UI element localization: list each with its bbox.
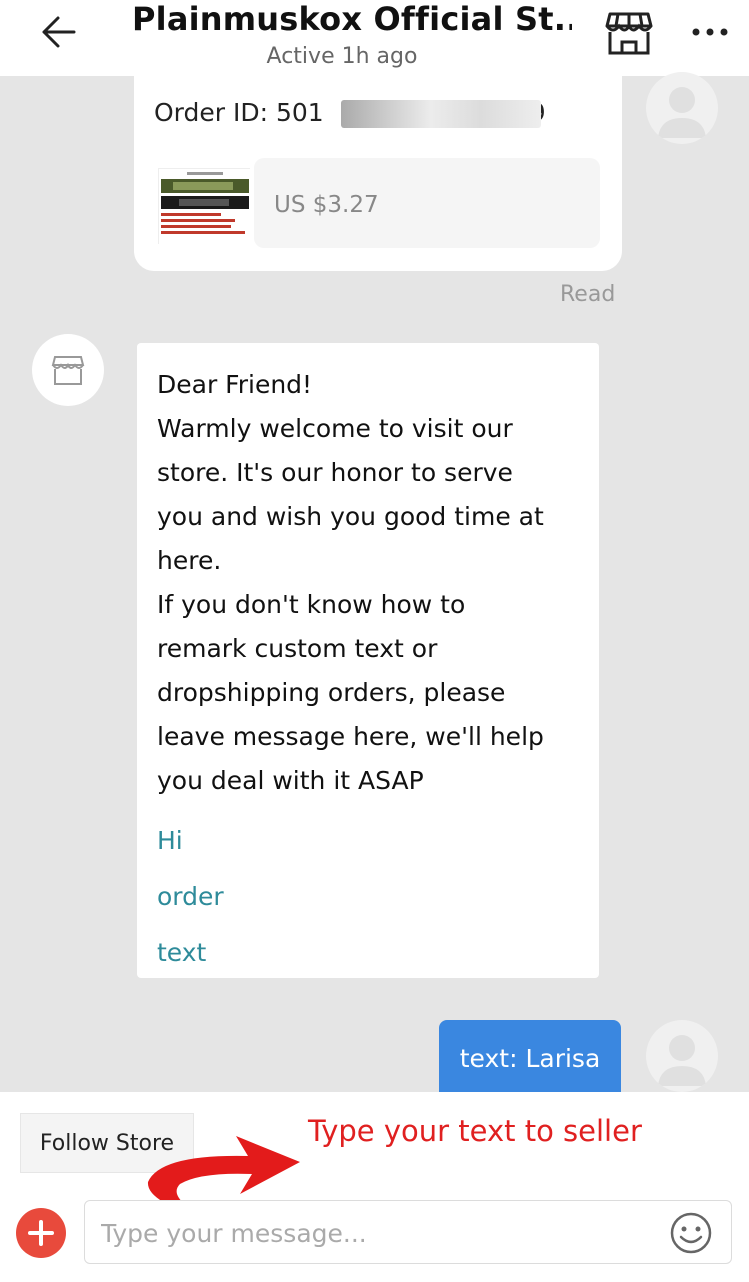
annotation-text: Type your text to seller — [308, 1114, 642, 1148]
store-button[interactable] — [604, 10, 654, 56]
read-receipt: Read — [560, 282, 616, 307]
order-price: US $3.27 — [274, 192, 379, 218]
welcome-line: leave message here, we'll help — [157, 722, 544, 751]
active-status: Active 1h ago — [266, 44, 418, 69]
user-avatar[interactable] — [646, 1020, 718, 1092]
back-arrow-icon — [42, 16, 76, 48]
plus-button[interactable] — [16, 1208, 66, 1258]
message-input-box[interactable] — [84, 1200, 732, 1264]
composer-area: Follow Store Type your text to seller — [0, 1092, 749, 1282]
welcome-line: you deal with it ASAP — [157, 766, 424, 795]
quick-reply-order[interactable]: order — [157, 869, 579, 925]
welcome-line: you and wish you good time at — [157, 502, 544, 531]
emoji-icon — [670, 1212, 712, 1254]
order-product-thumbnail[interactable] — [158, 168, 251, 245]
order-price-box[interactable]: US $3.27 — [254, 158, 600, 248]
more-button[interactable] — [690, 20, 730, 44]
plus-icon — [28, 1220, 54, 1246]
quick-reply-hi[interactable]: Hi — [157, 813, 579, 869]
welcome-line: Dear Friend! — [157, 370, 313, 399]
quick-reply-text[interactable]: text — [157, 925, 579, 981]
welcome-line: remark custom text or — [157, 634, 438, 663]
store-title: Plainmuskox Official St... — [132, 0, 572, 38]
emoji-button[interactable] — [669, 1211, 713, 1255]
welcome-message-bubble: Dear Friend! Warmly welcome to visit our… — [137, 343, 599, 978]
welcome-line: here. — [157, 546, 222, 575]
product-image — [159, 169, 251, 245]
sent-message-bubble: text: Larisa — [439, 1020, 621, 1098]
store-icon — [51, 356, 85, 385]
welcome-line: dropshipping orders, please — [157, 678, 506, 707]
welcome-line: Warmly welcome to visit our — [157, 414, 513, 443]
user-avatar[interactable] — [646, 72, 718, 144]
chat-header: Plainmuskox Official St... Active 1h ago — [0, 0, 749, 76]
order-id-redaction — [341, 100, 541, 128]
avatar-icon — [658, 87, 706, 138]
welcome-line: store. It's our honor to serve — [157, 458, 513, 487]
back-button[interactable] — [34, 10, 78, 54]
welcome-line: If you don't know how to — [157, 590, 466, 619]
store-icon — [605, 12, 653, 55]
avatar-icon — [658, 1035, 706, 1086]
more-icon — [692, 28, 728, 36]
order-card[interactable]: Order ID: 5019 US $3.27 — [134, 68, 622, 271]
message-input[interactable] — [101, 1211, 661, 1255]
store-avatar[interactable] — [32, 334, 104, 406]
